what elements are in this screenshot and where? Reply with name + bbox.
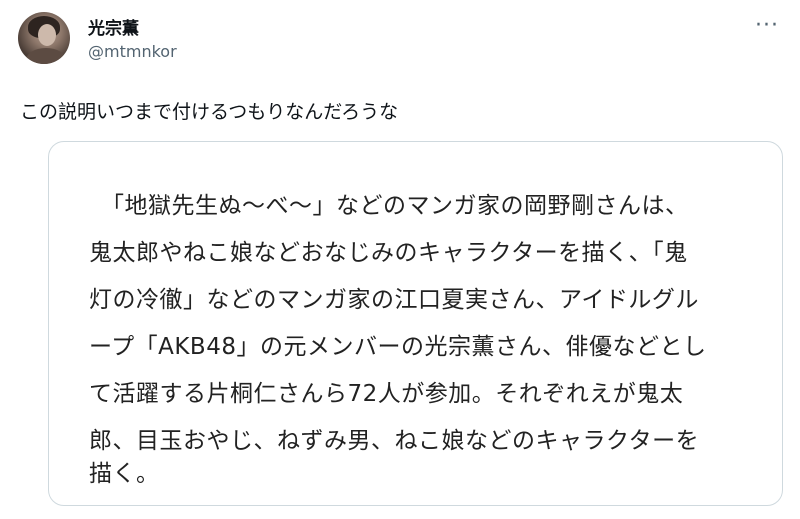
- quote-line: ープ「AKB48」の元メンバーの光宗薫さん、俳優などとし: [89, 334, 707, 360]
- quote-line: て活躍する片桐仁さんら72人が参加。それぞれえが鬼太: [89, 381, 684, 407]
- user-handle[interactable]: @mtmnkor: [88, 42, 177, 61]
- quote-line: 灯の冷徹」などのマンガ家の江口夏実さん、アイドルグル: [89, 287, 699, 313]
- user-avatar[interactable]: [18, 12, 70, 64]
- more-options-icon: ···: [755, 12, 779, 38]
- display-name[interactable]: 光宗薫: [88, 14, 139, 39]
- quote-line: 郎、目玉おやじ、ねずみ男、ねこ娘などのキャラクターを: [89, 428, 700, 454]
- tweet-card: 光宗薫 @mtmnkor ··· この説明いつまで付けるつもりなんだろうな 「地…: [0, 0, 800, 519]
- avatar-face-shape: [38, 24, 56, 46]
- quote-line: 鬼太郎やねこ娘などおなじみのキャラクターを描く、「鬼: [89, 240, 688, 266]
- quoted-text-card[interactable]: 「地獄先生ぬ〜べ〜」などのマンガ家の岡野剛さんは、 鬼太郎やねこ娘などおなじみの…: [48, 141, 783, 506]
- avatar-shoulder-shape: [26, 48, 66, 64]
- tweet-text: この説明いつまで付けるつもりなんだろうな: [20, 101, 399, 123]
- quote-line: 描く。: [89, 461, 160, 487]
- more-options-button[interactable]: ···: [752, 10, 782, 40]
- quote-line: 「地獄先生ぬ〜べ〜」などのマンガ家の岡野剛さんは、: [89, 193, 689, 219]
